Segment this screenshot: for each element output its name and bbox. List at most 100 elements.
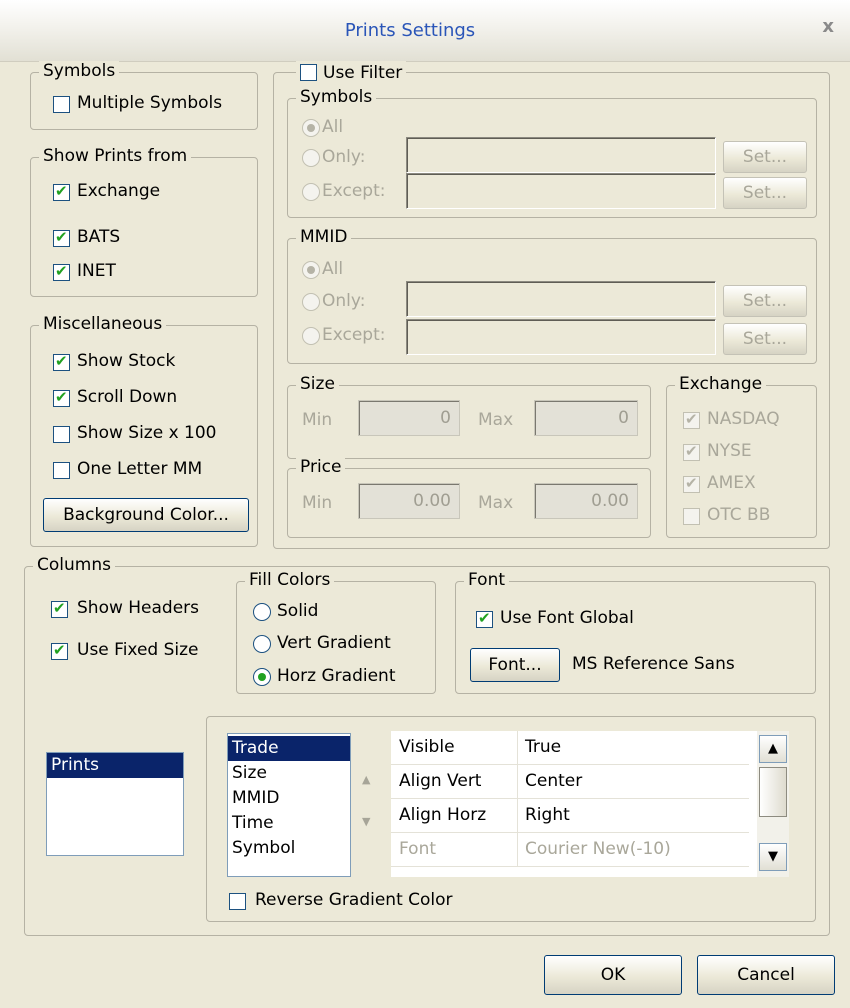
scroll-thumb[interactable] xyxy=(759,767,787,817)
property-value[interactable]: Right xyxy=(525,805,570,825)
show-size-checkbox[interactable] xyxy=(53,426,70,443)
property-scrollbar[interactable]: ▲ ▼ xyxy=(757,731,789,877)
bats-checkbox[interactable] xyxy=(53,228,70,247)
property-grid: Visible True Align Vert Center Align Hor… xyxy=(391,731,789,877)
amex-checkbox[interactable] xyxy=(683,474,700,493)
exchange-group: Exchange NASDAQ NYSE AMEX OTC BB xyxy=(666,374,817,538)
horz-gradient-radio[interactable] xyxy=(253,668,271,686)
mmid-except-set-button[interactable]: Set... xyxy=(723,323,807,355)
nasdaq-checkbox[interactable] xyxy=(683,410,700,429)
horz-gradient-label: Horz Gradient xyxy=(277,666,396,686)
mmid-group: MMID All Only: Set... Except: Set... xyxy=(287,227,817,364)
size-group: Size Min 0 Max 0 xyxy=(287,374,651,459)
window-title: Prints Settings xyxy=(344,20,476,41)
scroll-up-icon[interactable]: ▲ xyxy=(759,735,787,763)
filter-symbols-group: Symbols All Only: Set... Except: Set... xyxy=(287,87,817,218)
size-max-input[interactable]: 0 xyxy=(534,400,638,436)
ok-button[interactable]: OK xyxy=(544,955,682,995)
exchange-checkbox[interactable] xyxy=(53,182,70,201)
show-headers-checkbox[interactable] xyxy=(51,599,68,618)
mmid-all-radio[interactable] xyxy=(302,261,320,279)
list-item[interactable]: Prints xyxy=(47,753,183,778)
table-row[interactable]: Font Courier New(-10) xyxy=(391,833,749,867)
background-color-button[interactable]: Background Color... xyxy=(43,498,249,532)
show-stock-label: Show Stock xyxy=(77,351,176,371)
property-value[interactable]: True xyxy=(525,737,561,757)
list-item[interactable]: MMID xyxy=(228,786,350,811)
price-legend: Price xyxy=(296,457,346,477)
otcbb-label: OTC BB xyxy=(707,505,771,525)
otcbb-checkbox[interactable] xyxy=(683,508,700,525)
move-up-icon[interactable]: ▲ xyxy=(362,773,370,786)
table-row[interactable]: Align Horz Right xyxy=(391,799,749,833)
nasdaq-label: NASDAQ xyxy=(707,409,780,429)
symbols-only-set-button[interactable]: Set... xyxy=(723,141,807,173)
symbols-all-radio[interactable] xyxy=(302,119,320,137)
use-font-global-checkbox[interactable] xyxy=(476,609,493,628)
size-min-label: Min xyxy=(302,410,333,430)
property-value[interactable]: Center xyxy=(525,771,582,791)
price-min-input[interactable]: 0.00 xyxy=(358,483,460,519)
use-filter-checkbox[interactable] xyxy=(300,64,317,81)
column-divider xyxy=(517,833,518,867)
close-icon[interactable]: x xyxy=(822,16,834,37)
show-prints-group: Show Prints from Exchange BATS INET xyxy=(30,146,258,297)
symbols-except-set-button[interactable]: Set... xyxy=(723,177,807,209)
mmid-only-input[interactable] xyxy=(406,281,716,317)
mmid-except-radio[interactable] xyxy=(302,327,320,345)
show-stock-checkbox[interactable] xyxy=(53,352,70,371)
vert-gradient-radio[interactable] xyxy=(253,635,271,653)
table-row[interactable]: Visible True xyxy=(391,731,749,765)
property-value[interactable]: Courier New(-10) xyxy=(525,839,671,859)
property-key: Visible xyxy=(399,737,455,757)
list-item[interactable]: Trade xyxy=(228,736,350,761)
scroll-down-checkbox[interactable] xyxy=(53,388,70,407)
column-divider xyxy=(517,799,518,833)
font-button[interactable]: Font... xyxy=(470,648,560,682)
multiple-symbols-checkbox[interactable] xyxy=(53,96,70,113)
column-divider xyxy=(517,731,518,765)
mmid-only-radio[interactable] xyxy=(302,293,320,311)
inet-checkbox[interactable] xyxy=(53,262,70,281)
column-divider xyxy=(517,765,518,799)
one-letter-mm-checkbox[interactable] xyxy=(53,462,70,479)
columns-legend: Columns xyxy=(33,555,115,575)
use-filter-label: Use Filter xyxy=(323,63,403,83)
nyse-checkbox[interactable] xyxy=(683,442,700,461)
price-max-label: Max xyxy=(478,493,514,513)
show-size-label: Show Size x 100 xyxy=(77,423,217,443)
fill-colors-legend: Fill Colors xyxy=(245,570,335,590)
solid-radio[interactable] xyxy=(253,603,271,621)
fill-colors-group: Fill Colors Solid Vert Gradient Horz Gra… xyxy=(236,570,436,694)
scroll-down-icon[interactable]: ▼ xyxy=(759,843,787,871)
filter-symbols-legend: Symbols xyxy=(296,87,377,107)
symbols-except-input[interactable] xyxy=(406,173,716,209)
list-item[interactable]: Time xyxy=(228,811,350,836)
size-max-label: Max xyxy=(478,410,514,430)
reverse-gradient-label: Reverse Gradient Color xyxy=(255,890,453,910)
mmid-only-set-button[interactable]: Set... xyxy=(723,285,807,317)
symbols-only-radio[interactable] xyxy=(302,149,320,167)
table-row[interactable]: Align Vert Center xyxy=(391,765,749,799)
nyse-label: NYSE xyxy=(707,441,752,461)
property-key: Align Horz xyxy=(399,805,487,825)
cancel-button[interactable]: Cancel xyxy=(697,955,835,995)
move-down-icon[interactable]: ▼ xyxy=(362,815,370,828)
use-fixed-size-checkbox[interactable] xyxy=(51,641,68,660)
one-letter-mm-label: One Letter MM xyxy=(77,459,203,479)
windows-listbox[interactable]: Prints xyxy=(46,752,184,856)
use-filter-legend: Use Filter xyxy=(296,61,407,83)
solid-label: Solid xyxy=(277,601,319,621)
font-name: MS Reference Sans xyxy=(572,654,735,674)
mmid-all-label: All xyxy=(322,259,344,279)
reverse-gradient-checkbox[interactable] xyxy=(229,893,246,910)
list-item[interactable]: Size xyxy=(228,761,350,786)
column-listbox[interactable]: Trade Size MMID Time Symbol xyxy=(227,733,351,877)
mmid-except-input[interactable] xyxy=(406,319,716,355)
list-item[interactable]: Symbol xyxy=(228,836,350,861)
amex-label: AMEX xyxy=(707,473,756,493)
price-max-input[interactable]: 0.00 xyxy=(534,483,638,519)
size-min-input[interactable]: 0 xyxy=(358,400,460,436)
symbols-only-input[interactable] xyxy=(406,137,716,173)
symbols-except-radio[interactable] xyxy=(302,183,320,201)
